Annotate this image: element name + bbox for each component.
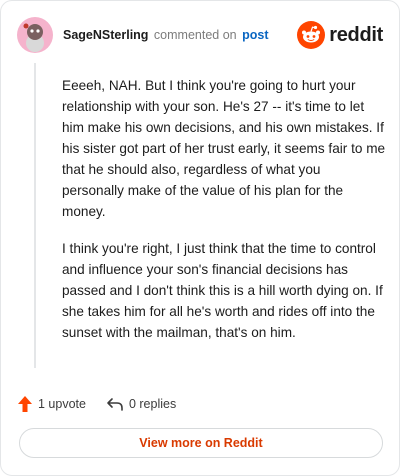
reddit-logo[interactable]: reddit: [297, 21, 383, 49]
snoo-avatar-icon: [23, 23, 44, 52]
replies-count: 0 replies: [128, 397, 177, 411]
action-text: commented on: [153, 28, 237, 42]
reply-arrow-icon: [107, 398, 123, 411]
reddit-logo-icon: [297, 21, 326, 49]
comment-body: Eeeeh, NAH. But I think you're going to …: [62, 75, 386, 359]
upvote-arrow-icon: [18, 396, 32, 412]
username-link[interactable]: SageNSterling: [63, 28, 148, 42]
byline: SageNSterling commented on post: [63, 28, 268, 42]
embedded-comment-card: SageNSterling commented on post reddit E…: [0, 0, 400, 476]
upvote-button[interactable]: 1 upvote: [17, 395, 86, 413]
reddit-wordmark: reddit: [329, 23, 383, 46]
comment-paragraph: I think you're right, I just think that …: [62, 241, 383, 340]
replies-button[interactable]: 0 replies: [106, 396, 176, 412]
comment-paragraph: Eeeeh, NAH. But I think you're going to …: [62, 78, 386, 219]
view-more-button[interactable]: View more on Reddit: [19, 428, 383, 458]
thread-line: [34, 63, 36, 368]
post-link[interactable]: post: [242, 28, 268, 42]
upvote-count: 1 upvote: [38, 397, 86, 411]
comment-actions: 1 upvote 0 replies: [17, 393, 196, 415]
avatar[interactable]: [17, 17, 53, 53]
comment-header: SageNSterling commented on post reddit: [17, 15, 383, 55]
